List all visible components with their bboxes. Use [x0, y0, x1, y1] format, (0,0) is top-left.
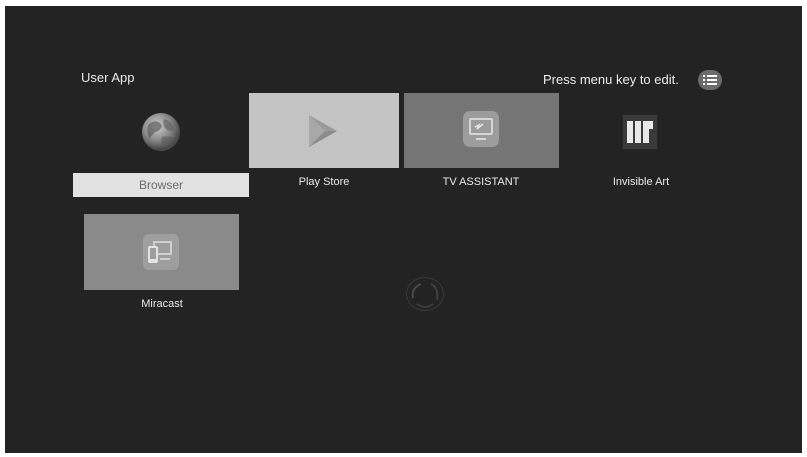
play-store-icon: [309, 115, 337, 147]
app-tile-tv-assistant[interactable]: [404, 93, 559, 168]
invisible-art-icon: [623, 115, 657, 149]
section-title: User App: [81, 70, 135, 85]
miracast-icon: [143, 234, 179, 270]
spinner-icon: [406, 277, 444, 311]
list-icon: [703, 75, 717, 85]
app-tile-play-store[interactable]: [249, 93, 399, 168]
edit-hint: Press menu key to edit.: [543, 72, 679, 87]
globe-icon: [142, 113, 180, 151]
app-label-tv-assistant: TV ASSISTANT: [442, 176, 520, 188]
app-label-play-store: Play Store: [298, 176, 350, 188]
app-label-miracast: Miracast: [141, 298, 183, 310]
tv-launcher-screen: User App Press menu key to edit. Browser…: [5, 6, 802, 453]
tv-assistant-icon: [463, 111, 499, 147]
app-tile-miracast[interactable]: [84, 214, 239, 290]
menu-button[interactable]: [698, 70, 722, 90]
app-tile-invisible-art[interactable]: [565, 93, 715, 168]
app-label-browser[interactable]: Browser: [73, 173, 249, 197]
app-label-invisible-art: Invisible Art: [612, 176, 670, 188]
